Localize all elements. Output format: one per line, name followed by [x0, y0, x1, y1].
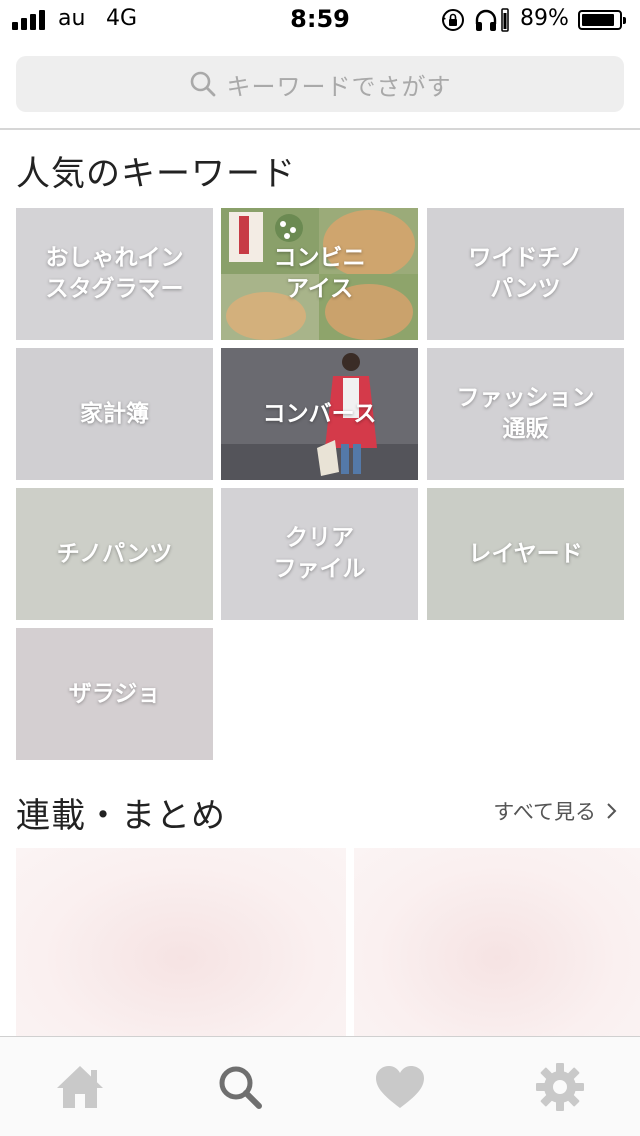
heart-icon [376, 1066, 424, 1108]
battery-icon [578, 10, 626, 30]
keyword-tile[interactable]: ワイドチノ パンツ [427, 208, 624, 340]
search-input[interactable]: キーワードでさがす [16, 56, 624, 112]
tab-favorites[interactable] [370, 1057, 430, 1117]
series-title: 連載・まとめ [16, 796, 226, 836]
status-bar: au 4G 8:59 89% [0, 0, 640, 40]
search-placeholder: キーワードでさがす [226, 72, 452, 101]
see-all-label: すべて見る [493, 800, 596, 824]
keyword-label: チノパンツ [56, 540, 173, 567]
keyword-label: ファッション 通販 [456, 385, 595, 442]
keyword-label: ワイドチノ パンツ [468, 245, 583, 302]
keyword-tile[interactable]: ザラジョ [16, 628, 213, 760]
gear-icon [536, 1063, 584, 1111]
header-divider [0, 128, 640, 130]
tab-home[interactable] [50, 1057, 110, 1117]
keyword-label: 家計簿 [80, 400, 149, 427]
keyword-tile[interactable]: おしゃれイン スタグラマー [16, 208, 213, 340]
battery-percent: 89% [520, 6, 569, 31]
article-card[interactable] [16, 848, 346, 1048]
keyword-label: ザラジョ [68, 680, 161, 707]
chevron-right-icon [607, 803, 617, 819]
keyword-label: コンビニ アイス [273, 245, 366, 302]
article-card[interactable] [354, 848, 640, 1048]
battery-level-icon [501, 8, 509, 32]
headphone-icon [475, 9, 497, 31]
see-all-link[interactable]: すべて見る [493, 796, 618, 826]
keyword-tile[interactable]: クリア ファイル [221, 488, 418, 620]
search-icon [190, 71, 215, 97]
keyword-label: レイヤード [468, 540, 583, 567]
keyword-tile[interactable]: コンビニ アイス [221, 208, 418, 340]
keyword-tile[interactable]: チノパンツ [16, 488, 213, 620]
home-icon [57, 1066, 103, 1108]
tab-search[interactable] [210, 1057, 270, 1117]
keyword-tile[interactable]: コンバース [221, 348, 418, 480]
tab-settings[interactable] [530, 1057, 590, 1117]
keyword-label: コンバース [262, 400, 377, 427]
keyword-label: クリア ファイル [273, 525, 366, 582]
search-icon [219, 1066, 262, 1109]
popular-keywords-title: 人気のキーワード [16, 154, 296, 194]
keyword-label: おしゃれイン スタグラマー [45, 245, 184, 302]
rotation-lock-icon [442, 9, 464, 31]
keyword-tile[interactable]: レイヤード [427, 488, 624, 620]
keyword-tile[interactable]: 家計簿 [16, 348, 213, 480]
keyword-tile[interactable]: ファッション 通販 [427, 348, 624, 480]
tab-bar [0, 1036, 640, 1136]
